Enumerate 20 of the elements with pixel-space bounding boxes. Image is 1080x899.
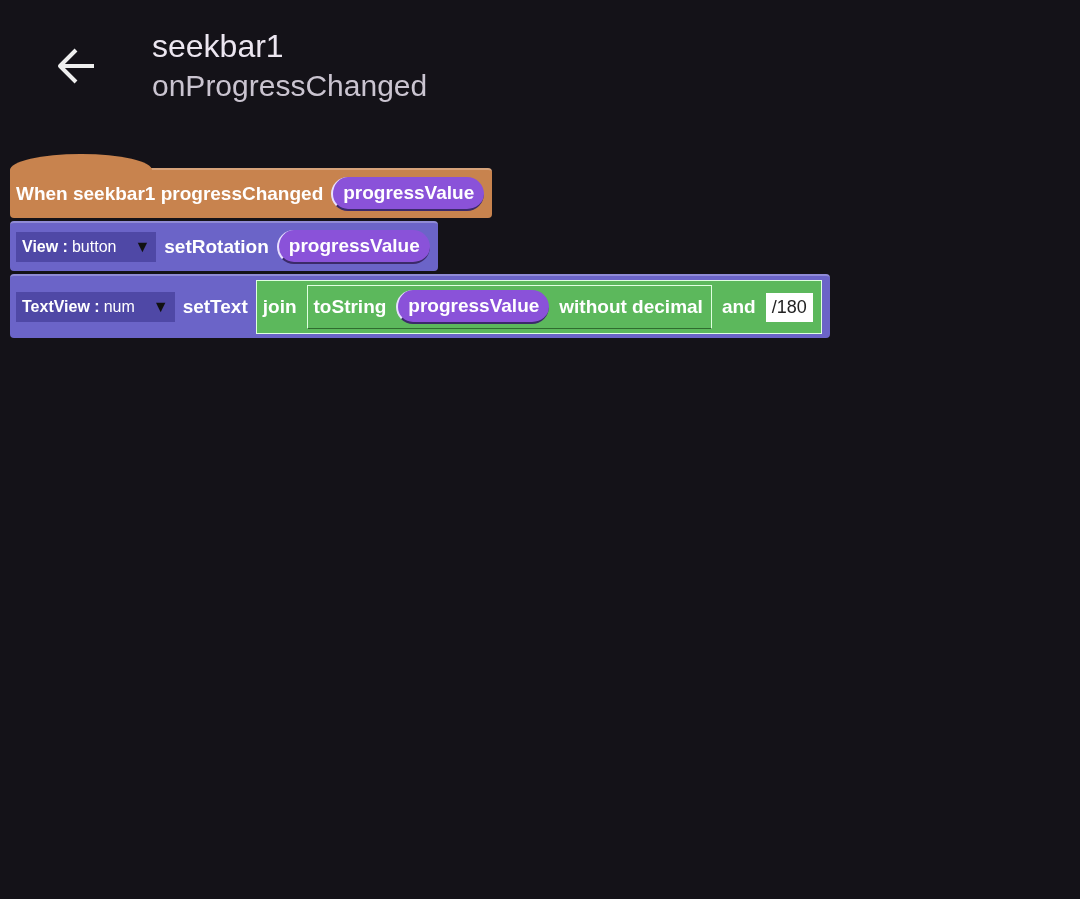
variable-pill[interactable]: progressValue — [331, 177, 485, 211]
component-dropdown[interactable]: TextView : num ▼ — [16, 292, 175, 322]
operator-block[interactable]: toString progressValue without decimal — [306, 285, 712, 329]
text-input-field[interactable]: /180 — [765, 292, 813, 322]
command-block[interactable]: View : button ▼ setRotation progressValue — [10, 221, 438, 271]
block-label: setText — [182, 296, 248, 318]
block-label: and — [721, 296, 756, 318]
block-label: without decimal — [559, 296, 703, 318]
component-dropdown[interactable]: View : button ▼ — [16, 232, 157, 262]
block-label: setRotation — [164, 236, 269, 258]
page-subtitle: onProgressChanged — [152, 68, 428, 104]
variable-pill[interactable]: progressValue — [396, 290, 550, 324]
operator-block[interactable]: join toString progressValue without decimal and /180 — [255, 280, 822, 334]
page-title: seekbar1 — [152, 27, 285, 66]
command-block[interactable]: TextView : num ▼ setText join toString progressValue without decimal and /180 — [10, 274, 830, 338]
block-label: join — [262, 296, 297, 318]
variable-pill[interactable]: progressValue — [276, 230, 430, 264]
block-label: toString — [313, 296, 387, 318]
back-arrow-icon[interactable] — [56, 48, 96, 84]
block-label: When seekbar1 progressChanged — [16, 183, 324, 205]
